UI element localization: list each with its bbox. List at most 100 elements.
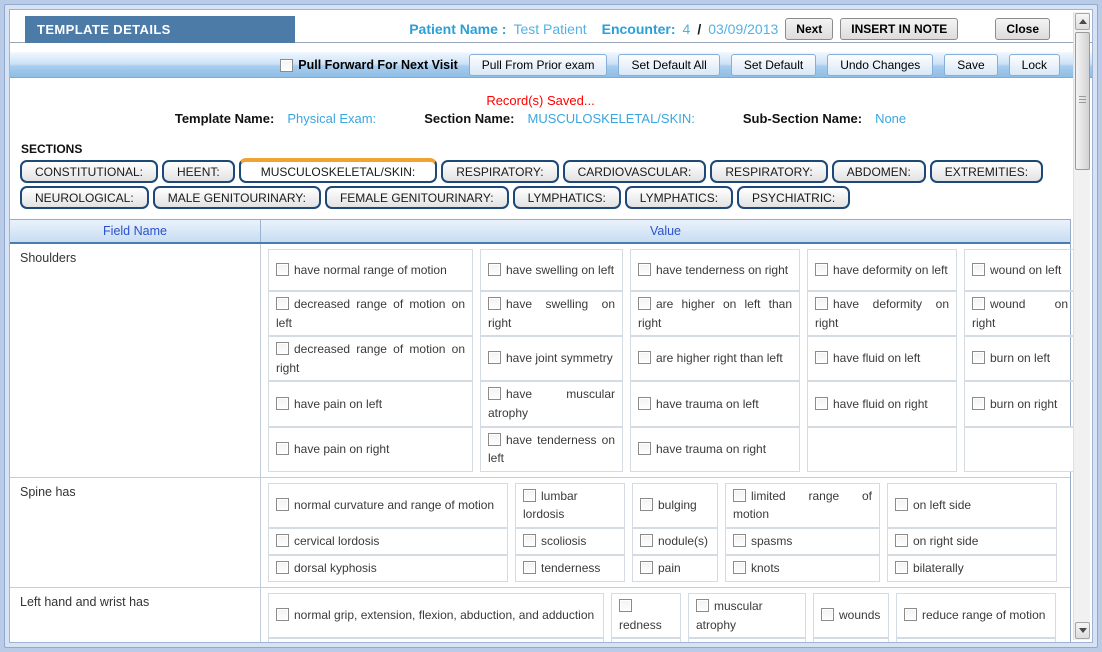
checkbox-cell[interactable]: burn on left	[964, 336, 1076, 381]
checkbox[interactable]	[733, 561, 746, 574]
checkbox[interactable]	[638, 351, 651, 364]
checkbox[interactable]	[895, 498, 908, 511]
checkbox[interactable]	[276, 397, 289, 410]
checkbox-cell[interactable]: tenderness	[515, 555, 625, 582]
tab-heent[interactable]: HEENT:	[162, 160, 235, 183]
checkbox[interactable]	[972, 351, 985, 364]
checkbox-cell[interactable]: wound on right	[964, 291, 1076, 336]
tab-constitutional[interactable]: CONSTITUTIONAL:	[20, 160, 158, 183]
checkbox-cell[interactable]: have muscular atrophy	[480, 381, 623, 426]
checkbox-cell[interactable]: reduce range of motion	[896, 593, 1056, 638]
checkbox-cell[interactable]: bilaterally	[887, 555, 1057, 582]
checkbox[interactable]	[972, 263, 985, 276]
checkbox[interactable]	[696, 599, 709, 612]
checkbox-cell[interactable]	[813, 638, 889, 643]
checkbox[interactable]	[488, 433, 501, 446]
checkbox-cell[interactable]: limited range of motion	[725, 483, 880, 528]
checkbox[interactable]	[972, 397, 985, 410]
checkbox-cell[interactable]: wounds	[813, 593, 889, 638]
checkbox-cell[interactable]: spasms	[725, 528, 880, 555]
toolbar-button-set-default[interactable]: Set Default	[731, 54, 816, 76]
checkbox[interactable]	[640, 534, 653, 547]
checkbox[interactable]	[638, 297, 651, 310]
checkbox-cell[interactable]: nodule(s)	[632, 528, 718, 555]
tab-extremities[interactable]: EXTREMITIES:	[930, 160, 1043, 183]
checkbox-cell[interactable]: normal grip, extension, flexion, abducti…	[268, 593, 604, 638]
vertical-scrollbar[interactable]	[1073, 12, 1090, 640]
checkbox[interactable]	[815, 397, 828, 410]
checkbox-cell[interactable]: have trauma on right	[630, 427, 800, 472]
toolbar-button-undo-changes[interactable]: Undo Changes	[827, 54, 933, 76]
checkbox-cell[interactable]: have normal range of motion	[268, 249, 473, 291]
checkbox[interactable]	[895, 534, 908, 547]
checkbox[interactable]	[523, 561, 536, 574]
checkbox-cell[interactable]: have swelling on right	[480, 291, 623, 336]
checkbox[interactable]	[821, 608, 834, 621]
checkbox-cell[interactable]: have tenderness on left	[480, 427, 623, 472]
checkbox[interactable]	[488, 387, 501, 400]
checkbox[interactable]	[815, 351, 828, 364]
checkbox-cell[interactable]: have tenderness on right	[630, 249, 800, 291]
pull-forward-checkbox-label[interactable]: Pull Forward For Next Visit	[280, 58, 458, 72]
checkbox-cell[interactable]: pain	[632, 555, 718, 582]
tab-cardiovascular[interactable]: CARDIOVASCULAR:	[563, 160, 707, 183]
checkbox-cell[interactable]: burn on right	[964, 381, 1076, 426]
scrollbar-thumb[interactable]	[1075, 32, 1090, 170]
checkbox-cell[interactable]: decreased range of motion on left	[268, 291, 473, 336]
checkbox-cell[interactable]: normal curvature and range of motion	[268, 483, 508, 528]
checkbox-cell[interactable]: on right side	[887, 528, 1057, 555]
checkbox-cell[interactable]: have deformity on right	[807, 291, 957, 336]
tab-lymphatics[interactable]: LYMPHATICS:	[625, 186, 733, 209]
checkbox[interactable]	[488, 297, 501, 310]
checkbox-cell[interactable]: have deformity on left	[807, 249, 957, 291]
checkbox[interactable]	[733, 534, 746, 547]
checkbox[interactable]	[638, 442, 651, 455]
checkbox[interactable]	[276, 534, 289, 547]
checkbox-cell[interactable]: redness	[611, 593, 681, 638]
checkbox-cell[interactable]: have pain on right	[268, 427, 473, 472]
tab-male-genitourinary[interactable]: MALE GENITOURINARY:	[153, 186, 321, 209]
checkbox-cell[interactable]: have trauma on left	[630, 381, 800, 426]
checkbox[interactable]	[276, 608, 289, 621]
checkbox[interactable]	[815, 297, 828, 310]
checkbox-cell[interactable]: have fluid on right	[807, 381, 957, 426]
next-button[interactable]: Next	[785, 18, 833, 40]
checkbox[interactable]	[640, 561, 653, 574]
checkbox[interactable]	[733, 489, 746, 502]
template-name-value[interactable]: Physical Exam:	[287, 111, 376, 126]
checkbox[interactable]	[895, 561, 908, 574]
checkbox[interactable]	[276, 498, 289, 511]
checkbox-cell[interactable]: decreased range of motion on right	[268, 336, 473, 381]
checkbox[interactable]	[276, 297, 289, 310]
checkbox[interactable]	[640, 498, 653, 511]
checkbox-cell[interactable]: have fluid on left	[807, 336, 957, 381]
toolbar-button-pull-from-prior-exam[interactable]: Pull From Prior exam	[469, 54, 608, 76]
checkbox-cell[interactable]: muscular atrophy	[688, 593, 806, 638]
toolbar-button-set-default-all[interactable]: Set Default All	[618, 54, 719, 76]
scrollbar-down-button[interactable]	[1075, 622, 1090, 639]
tab-psychiatric[interactable]: PSYCHIATRIC:	[737, 186, 850, 209]
toolbar-button-save[interactable]: Save	[944, 54, 997, 76]
checkbox-cell[interactable]: are higher right than left	[630, 336, 800, 381]
checkbox-cell[interactable]: have pain on left	[268, 381, 473, 426]
pull-forward-checkbox[interactable]	[280, 59, 293, 72]
checkbox-cell[interactable]: cervical lordosis	[268, 528, 508, 555]
tab-lymphatics[interactable]: LYMPHATICS:	[513, 186, 621, 209]
checkbox-cell[interactable]: wound on left	[964, 249, 1076, 291]
close-button[interactable]: Close	[995, 18, 1050, 40]
subsection-name-value[interactable]: None	[875, 111, 906, 126]
scrollbar-up-button[interactable]	[1075, 13, 1090, 30]
tab-respiratory[interactable]: RESPIRATORY:	[441, 160, 558, 183]
checkbox-cell[interactable]: lumbar lordosis	[515, 483, 625, 528]
checkbox[interactable]	[523, 534, 536, 547]
tab-neurological[interactable]: NEUROLOGICAL:	[20, 186, 149, 209]
checkbox-cell[interactable]	[611, 638, 681, 643]
checkbox-cell[interactable]: on left side	[887, 483, 1057, 528]
checkbox[interactable]	[276, 442, 289, 455]
checkbox-cell[interactable]: dorsal kyphosis	[268, 555, 508, 582]
tab-musculoskeletal-skin[interactable]: MUSCULOSKELETAL/SKIN:	[239, 158, 438, 183]
insert-in-note-button[interactable]: INSERT IN NOTE	[840, 18, 958, 40]
checkbox[interactable]	[904, 608, 917, 621]
checkbox[interactable]	[638, 397, 651, 410]
checkbox[interactable]	[523, 489, 536, 502]
